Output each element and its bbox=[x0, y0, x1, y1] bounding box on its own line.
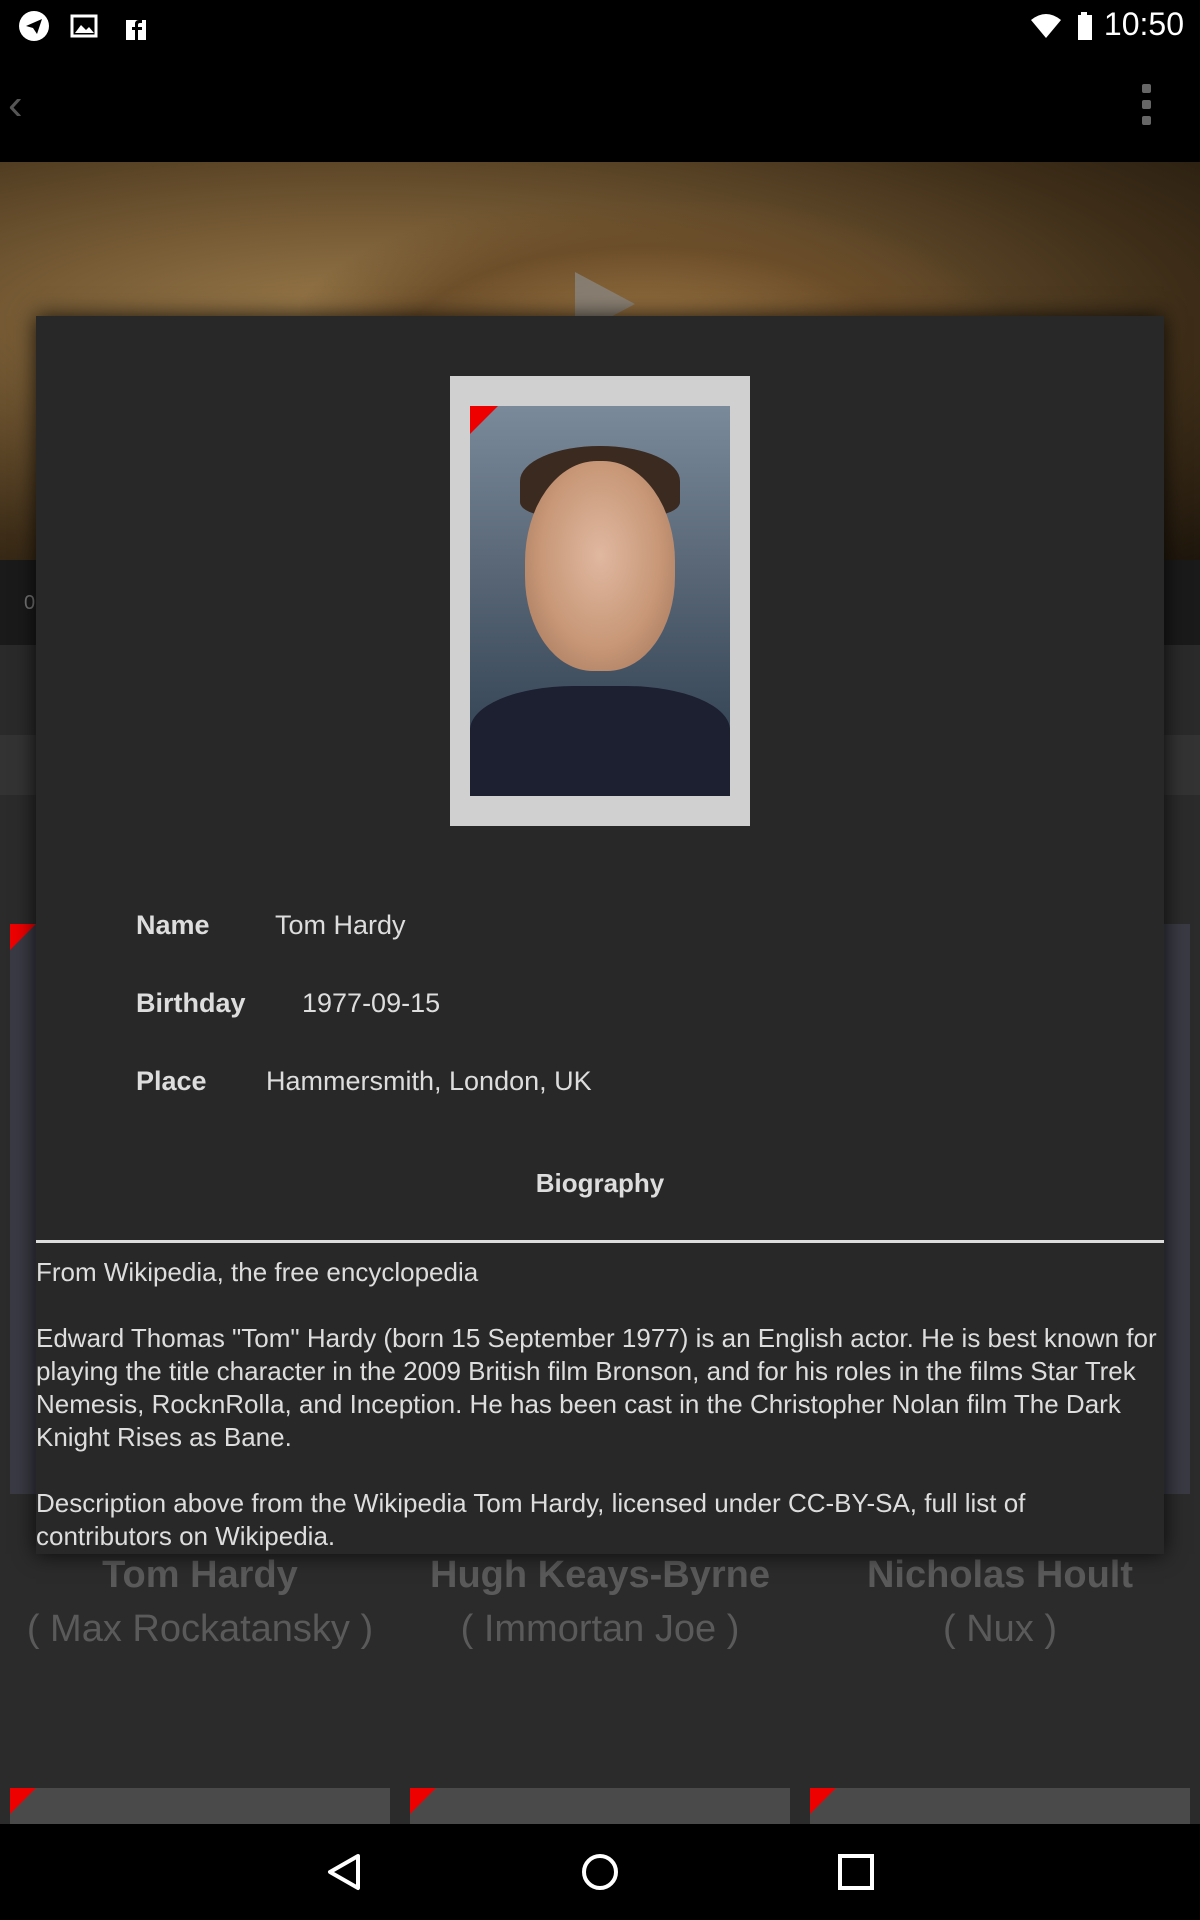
cast-role: ( Immortan Joe ) bbox=[460, 1608, 740, 1650]
overflow-menu-icon[interactable] bbox=[1142, 84, 1152, 128]
person-detail-dialog: Name Tom Hardy Birthday 1977-09-15 Place… bbox=[36, 316, 1164, 1554]
profile-photo-frame bbox=[450, 376, 750, 826]
biography-text[interactable]: From Wikipedia, the free encyclopedia Ed… bbox=[36, 1256, 1164, 1554]
cast-card[interactable] bbox=[10, 1788, 390, 1828]
navigation-bar bbox=[0, 1824, 1200, 1920]
biography-paragraph: From Wikipedia, the free encyclopedia bbox=[36, 1257, 479, 1287]
cast-card[interactable] bbox=[410, 1788, 790, 1828]
cast-role: ( Nux ) bbox=[943, 1608, 1057, 1650]
cast-role: ( Max Rockatansky ) bbox=[26, 1608, 374, 1650]
profile-photo bbox=[470, 406, 730, 796]
wifi-icon bbox=[1031, 14, 1061, 38]
cast-name: Tom Hardy bbox=[102, 1554, 298, 1596]
corner-flag-icon bbox=[470, 406, 498, 434]
cast-card[interactable] bbox=[810, 1788, 1190, 1828]
image-icon bbox=[70, 14, 98, 38]
name-label: Name bbox=[136, 910, 210, 940]
back-chevron-icon[interactable]: ‹ bbox=[8, 80, 23, 130]
back-nav-icon[interactable] bbox=[322, 1850, 366, 1894]
clock: 10:50 bbox=[1103, 6, 1184, 42]
cast-name: Hugh Keays-Byrne bbox=[430, 1554, 770, 1596]
birthday-label: Birthday bbox=[136, 988, 246, 1018]
place-label: Place bbox=[136, 1066, 207, 1096]
biography-title: Biography bbox=[535, 1168, 665, 1198]
birthday-value: 1977-09-15 bbox=[302, 988, 441, 1018]
name-value: Tom Hardy bbox=[275, 910, 406, 940]
recents-nav-icon[interactable] bbox=[834, 1850, 878, 1894]
action-bar: ‹ bbox=[0, 50, 1200, 162]
time-fragment: 0 bbox=[24, 592, 36, 614]
battery-icon bbox=[1078, 12, 1092, 40]
facebook-icon bbox=[126, 20, 146, 40]
telegram-icon bbox=[19, 11, 49, 41]
biography-paragraph: Description above from the Wikipedia Tom… bbox=[36, 1488, 1026, 1551]
home-nav-icon[interactable] bbox=[578, 1850, 622, 1894]
divider bbox=[36, 1240, 1164, 1243]
status-bar: 10:50 bbox=[0, 0, 1200, 50]
cast-name: Nicholas Hoult bbox=[866, 1554, 1134, 1596]
biography-paragraph: Edward Thomas "Tom" Hardy (born 15 Septe… bbox=[36, 1323, 1157, 1452]
place-value: Hammersmith, London, UK bbox=[266, 1066, 592, 1096]
